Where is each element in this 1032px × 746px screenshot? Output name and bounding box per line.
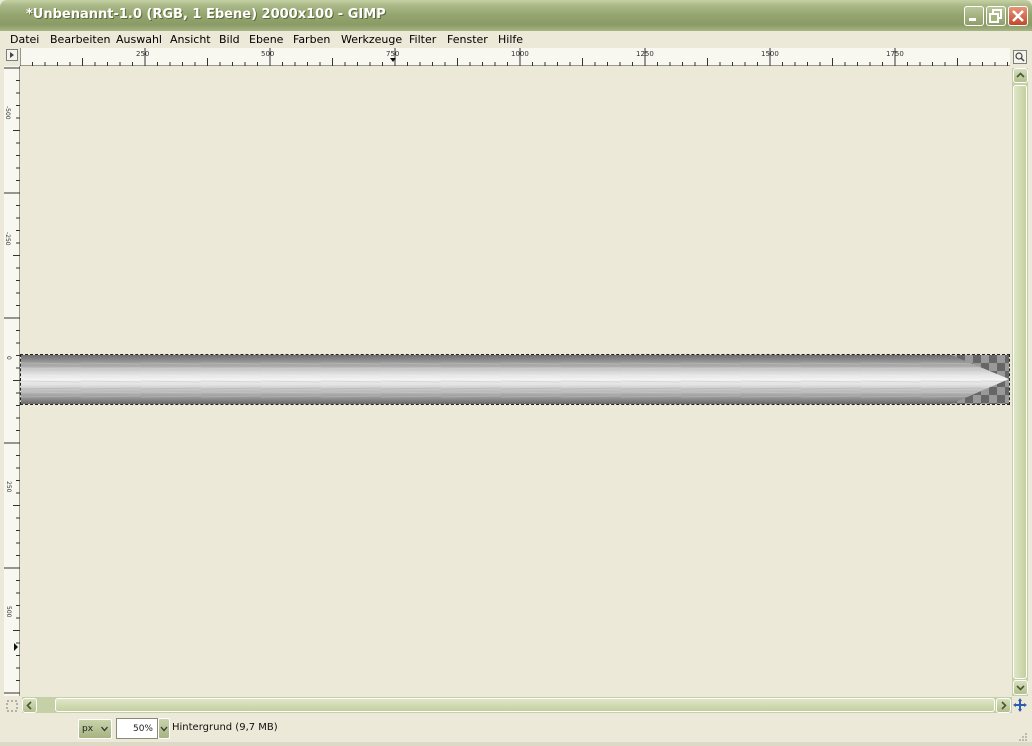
menu-arrow-icon [10, 52, 14, 58]
navigate-cross-icon [1013, 698, 1027, 712]
ruler-label: 500 [5, 606, 12, 618]
restore-button[interactable] [986, 6, 1006, 26]
ruler-label: 1000 [511, 50, 529, 58]
chevron-right-icon [1001, 701, 1007, 710]
layer-content [21, 355, 1009, 404]
ruler-label: 500 [261, 50, 275, 58]
scroll-up-button[interactable] [1013, 68, 1028, 83]
window-title: *Unbenannt-1.0 (RGB, 1 Ebene) 2000x100 -… [26, 7, 386, 22]
menu-ebene[interactable]: Ebene [249, 33, 283, 46]
image-canvas[interactable] [20, 67, 1011, 697]
scroll-down-button[interactable] [1013, 680, 1028, 695]
close-icon [1012, 10, 1024, 22]
zoom-on-resize-button[interactable] [1013, 50, 1027, 64]
ruler-label: -500 [4, 106, 11, 120]
window-bottom-border [0, 742, 1032, 746]
menu-hilfe[interactable]: Hilfe [498, 33, 523, 46]
horizontal-ruler[interactable]: 250 500 750 1000 1250 1500 1750 [20, 48, 1010, 66]
menu-datei[interactable]: Datei [10, 33, 39, 46]
menu-farben[interactable]: Farben [293, 33, 330, 46]
ruler-label: 250 [5, 481, 12, 493]
vertical-scrollbar[interactable] [1012, 68, 1028, 696]
ruler-label: 0 [5, 356, 12, 360]
ruler-label: 1250 [636, 50, 654, 58]
chevron-left-icon [26, 701, 32, 710]
image-menu-button[interactable] [6, 49, 18, 61]
vertical-ruler[interactable]: -500 -250 0 250 500 [4, 66, 20, 696]
ruler-label: -250 [4, 232, 11, 246]
image-layer-hintergrund[interactable] [20, 354, 1010, 405]
zoom-input[interactable]: 50% [116, 718, 158, 739]
scroll-right-button[interactable] [996, 698, 1011, 713]
chevron-up-icon [1016, 72, 1025, 78]
chevron-down-icon [160, 726, 168, 732]
menu-ansicht[interactable]: Ansicht [170, 33, 211, 46]
status-message: Hintergrund (9,7 MB) [172, 722, 278, 733]
ruler-label: 750 [386, 50, 400, 58]
minimize-button[interactable] [964, 6, 984, 26]
zoom-icon [1015, 52, 1025, 62]
zoom-dropdown-button[interactable] [158, 718, 170, 739]
menu-auswahl[interactable]: Auswahl [116, 33, 162, 46]
navigate-button[interactable] [1012, 697, 1028, 713]
chevron-down-icon [101, 726, 108, 732]
chevron-down-icon [1016, 685, 1025, 691]
unit-dropdown[interactable]: px [78, 719, 112, 739]
menu-werkzeuge[interactable]: Werkzeuge [341, 33, 402, 46]
minimize-icon [969, 18, 976, 21]
quick-mask-icon [6, 700, 18, 712]
menu-bild[interactable]: Bild [219, 33, 240, 46]
zoom-value: 50% [132, 724, 153, 734]
menu-bearbeiten[interactable]: Bearbeiten [50, 33, 110, 46]
ruler-pointer-marker [14, 643, 18, 651]
ruler-label: 1750 [886, 50, 904, 58]
ruler-label: 250 [136, 50, 150, 58]
horizontal-scroll-thumb[interactable] [55, 698, 995, 712]
ruler-label: 1500 [761, 50, 779, 58]
resize-grip-icon[interactable] [1018, 732, 1028, 742]
window-titlebar[interactable]: *Unbenannt-1.0 (RGB, 1 Ebene) 2000x100 -… [0, 0, 1032, 31]
restore-icon [989, 9, 1002, 23]
menu-bar: Datei Bearbeiten Auswahl Ansicht Bild Eb… [0, 31, 1032, 48]
vertical-scroll-thumb[interactable] [1013, 85, 1027, 679]
menu-fenster[interactable]: Fenster [447, 33, 488, 46]
menu-filter[interactable]: Filter [409, 33, 436, 46]
horizontal-scrollbar[interactable] [22, 697, 1012, 713]
unit-value: px [82, 724, 94, 734]
close-button[interactable] [1008, 6, 1028, 26]
quick-mask-toggle[interactable] [5, 698, 19, 712]
scroll-left-button[interactable] [22, 698, 37, 713]
